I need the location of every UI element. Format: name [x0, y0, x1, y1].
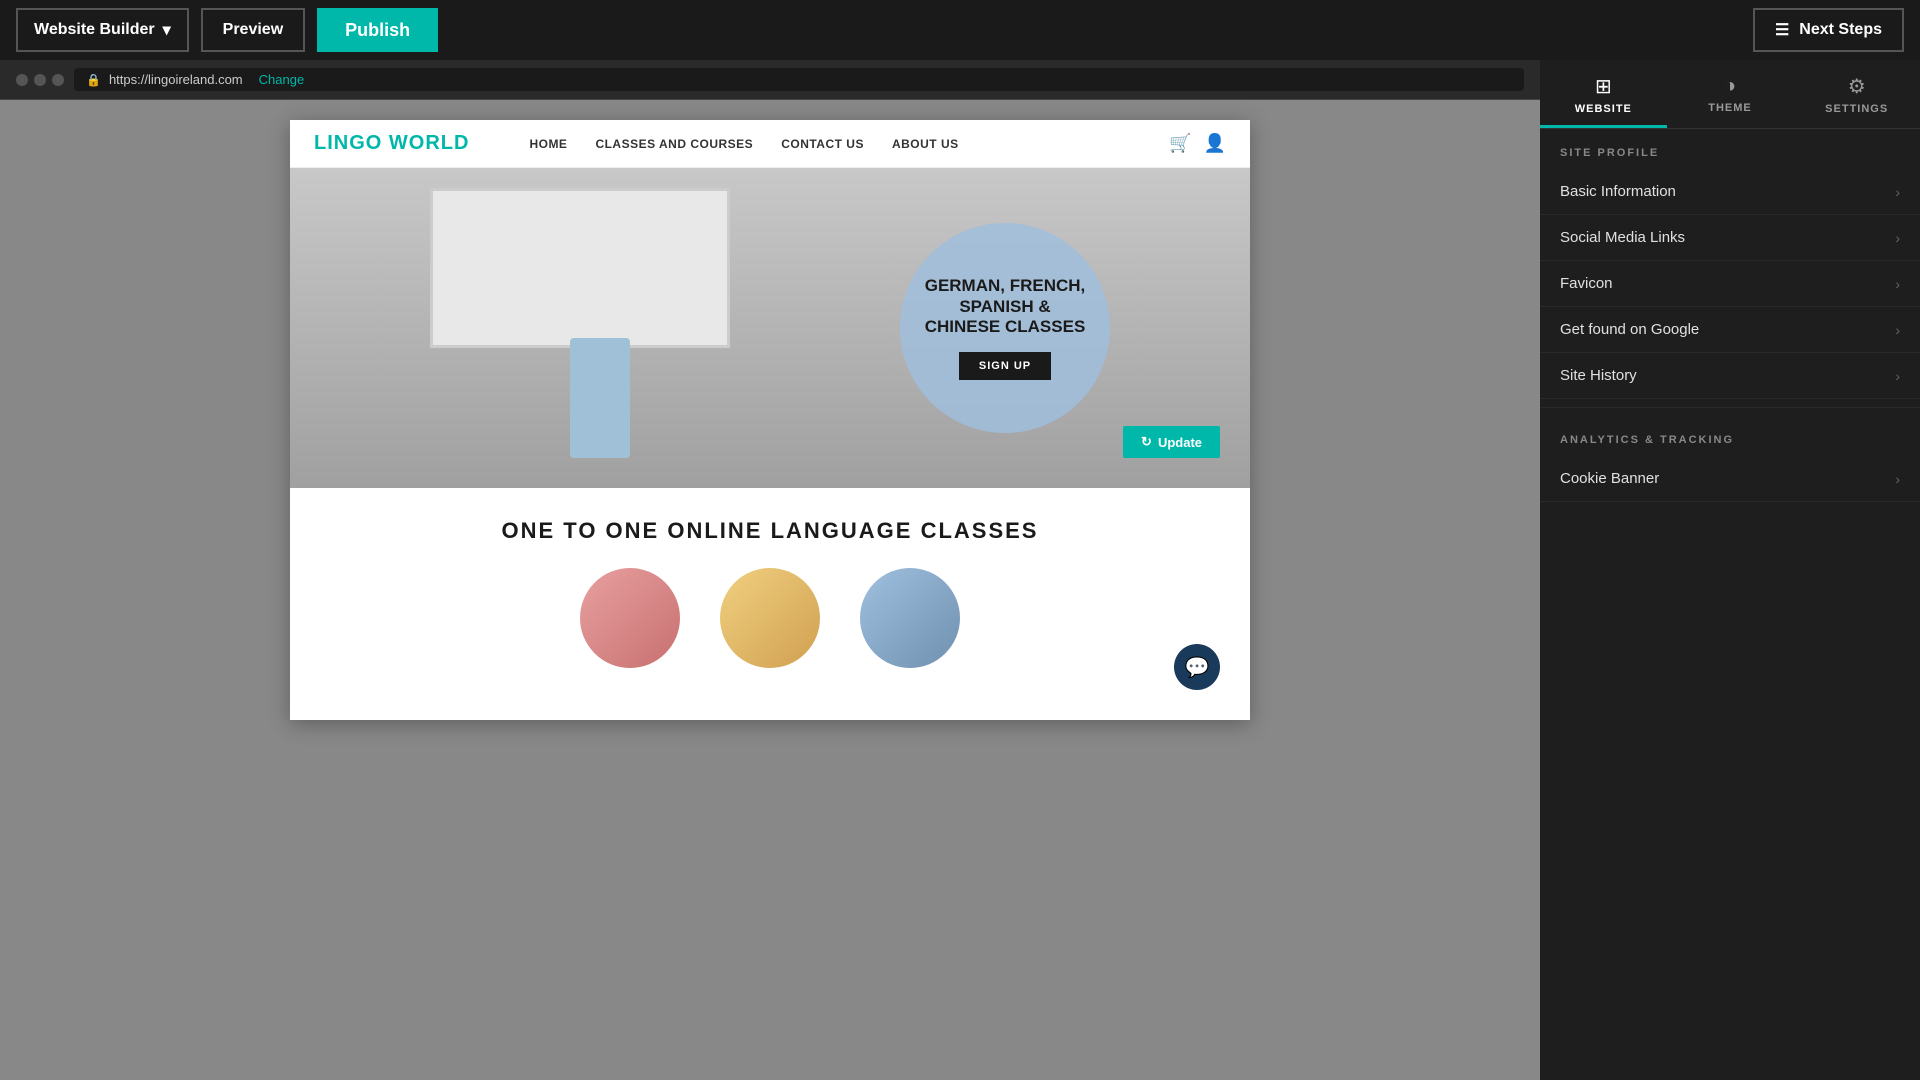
site-nav: LINGO WORLD HOME CLASSES AND COURSES CON…: [290, 120, 1250, 168]
browser-chrome: 🔒 https://lingoireland.com Change: [0, 60, 1540, 100]
url-text: https://lingoireland.com: [109, 72, 243, 87]
favicon-chevron: ›: [1895, 276, 1900, 292]
change-link[interactable]: Change: [259, 72, 305, 87]
basic-info-label: Basic Information: [1560, 183, 1676, 200]
theme-tab-label: THEME: [1708, 102, 1752, 114]
cookie-banner-label: Cookie Banner: [1560, 470, 1659, 487]
website-builder-button[interactable]: Website Builder ▾: [16, 8, 189, 52]
theme-tab-icon: ◑: [1724, 75, 1736, 98]
website-tab-label: WEBSITE: [1575, 103, 1632, 115]
basic-info-chevron: ›: [1895, 184, 1900, 200]
avatar-row: [330, 568, 1210, 668]
google-chevron: ›: [1895, 322, 1900, 338]
panel-item-favicon[interactable]: Favicon ›: [1540, 261, 1920, 307]
panel-item-cookie-banner[interactable]: Cookie Banner ›: [1540, 456, 1920, 502]
tab-settings[interactable]: ⚙ SETTINGS: [1793, 60, 1920, 128]
site-history-chevron: ›: [1895, 368, 1900, 384]
nav-contact[interactable]: CONTACT US: [781, 137, 864, 151]
panel-item-basic-info[interactable]: Basic Information ›: [1540, 169, 1920, 215]
user-icon[interactable]: 👤: [1204, 133, 1226, 154]
google-label: Get found on Google: [1560, 321, 1699, 338]
main-layout: 🔒 https://lingoireland.com Change LINGO …: [0, 60, 1920, 1080]
menu-icon: ☰: [1775, 20, 1789, 40]
site-logo: LINGO WORLD: [314, 132, 469, 155]
hero-section: GERMAN, FRENCH, SPANISH & CHINESE CLASSE…: [290, 168, 1250, 488]
nav-links: HOME CLASSES AND COURSES CONTACT US ABOU…: [529, 137, 1169, 151]
address-bar[interactable]: 🔒 https://lingoireland.com Change: [74, 68, 1524, 91]
nav-classes[interactable]: CLASSES AND COURSES: [595, 137, 753, 151]
content-title: ONE TO ONE ONLINE LANGUAGE CLASSES: [330, 518, 1210, 544]
avatar-2: [720, 568, 820, 668]
nav-home[interactable]: HOME: [529, 137, 567, 151]
preview-area: 🔒 https://lingoireland.com Change LINGO …: [0, 60, 1540, 1080]
dot-green: [52, 74, 64, 86]
browser-dots: [16, 74, 64, 86]
website-tab-icon: ⊞: [1595, 74, 1612, 99]
dot-yellow: [34, 74, 46, 86]
next-steps-button[interactable]: ☰ Next Steps: [1753, 8, 1904, 52]
top-bar: Website Builder ▾ Preview Publish ☰ Next…: [0, 0, 1920, 60]
publish-button[interactable]: Publish: [317, 8, 438, 52]
lock-icon: 🔒: [86, 73, 101, 87]
signup-button[interactable]: SIGN UP: [959, 352, 1051, 380]
website-builder-label: Website Builder: [34, 21, 155, 39]
panel-tabs: ⊞ WEBSITE ◑ THEME ⚙ SETTINGS: [1540, 60, 1920, 129]
chat-icon: 💬: [1185, 655, 1210, 680]
panel-item-google[interactable]: Get found on Google ›: [1540, 307, 1920, 353]
social-media-chevron: ›: [1895, 230, 1900, 246]
panel-content: SITE PROFILE Basic Information › Social …: [1540, 129, 1920, 1080]
hero-circle: GERMAN, FRENCH, SPANISH & CHINESE CLASSE…: [900, 223, 1110, 433]
update-icon: ↻: [1141, 434, 1152, 450]
tab-website[interactable]: ⊞ WEBSITE: [1540, 60, 1667, 128]
settings-tab-label: SETTINGS: [1825, 103, 1888, 115]
dot-red: [16, 74, 28, 86]
nav-icons: 🛒 👤: [1169, 133, 1226, 154]
analytics-header: ANALYTICS & TRACKING: [1540, 416, 1920, 456]
cart-icon[interactable]: 🛒: [1169, 133, 1191, 154]
whiteboard: [430, 188, 730, 348]
nav-about[interactable]: ABOUT US: [892, 137, 959, 151]
content-section: ONE TO ONE ONLINE LANGUAGE CLASSES: [290, 488, 1250, 688]
teacher-figure: [570, 338, 630, 458]
panel-item-social-media[interactable]: Social Media Links ›: [1540, 215, 1920, 261]
update-button[interactable]: ↻ Update: [1123, 426, 1220, 458]
cookie-banner-chevron: ›: [1895, 471, 1900, 487]
favicon-label: Favicon: [1560, 275, 1613, 292]
site-wrapper: LINGO WORLD HOME CLASSES AND COURSES CON…: [290, 120, 1250, 720]
section-divider: [1540, 407, 1920, 408]
settings-tab-icon: ⚙: [1848, 74, 1866, 99]
preview-button[interactable]: Preview: [201, 8, 305, 52]
avatar-3: [860, 568, 960, 668]
panel-item-site-history[interactable]: Site History ›: [1540, 353, 1920, 399]
site-profile-header: SITE PROFILE: [1540, 129, 1920, 169]
hero-circle-text: GERMAN, FRENCH, SPANISH & CHINESE CLASSE…: [920, 276, 1090, 337]
site-history-label: Site History: [1560, 367, 1637, 384]
avatar-1: [580, 568, 680, 668]
tab-theme[interactable]: ◑ THEME: [1667, 61, 1794, 127]
chat-bubble-button[interactable]: 💬: [1174, 644, 1220, 690]
chevron-down-icon: ▾: [163, 20, 171, 40]
social-media-label: Social Media Links: [1560, 229, 1685, 246]
right-panel: ⊞ WEBSITE ◑ THEME ⚙ SETTINGS SITE PROFIL…: [1540, 60, 1920, 1080]
